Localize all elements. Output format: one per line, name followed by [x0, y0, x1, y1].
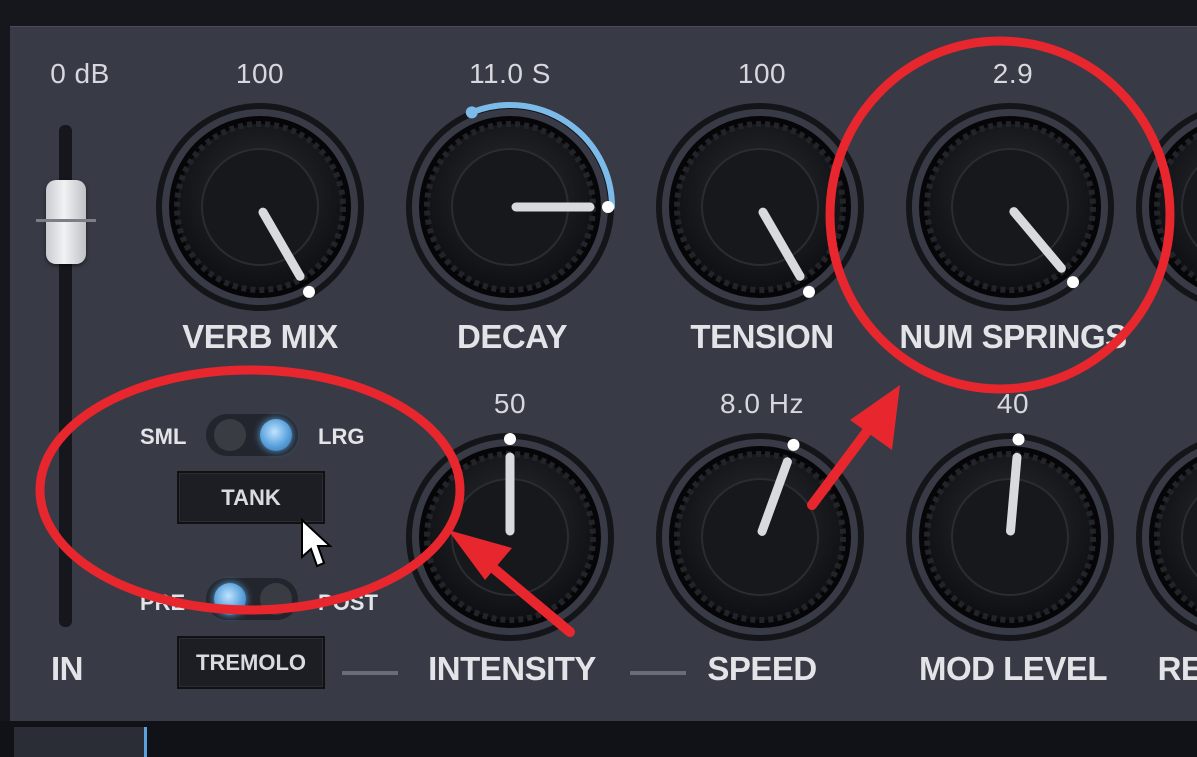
num-springs-highlight-circle	[825, 36, 1175, 394]
arrow-shaft	[807, 425, 873, 510]
annotation-layer	[35, 36, 1175, 637]
mouse-cursor-icon	[301, 517, 333, 568]
reverb-plugin: 0 dB IN 100 11.0 S 100 2.9 VERB MIX DECA…	[0, 0, 1197, 757]
arrow-shaft	[481, 557, 575, 637]
tank-highlight-circle	[35, 365, 465, 615]
